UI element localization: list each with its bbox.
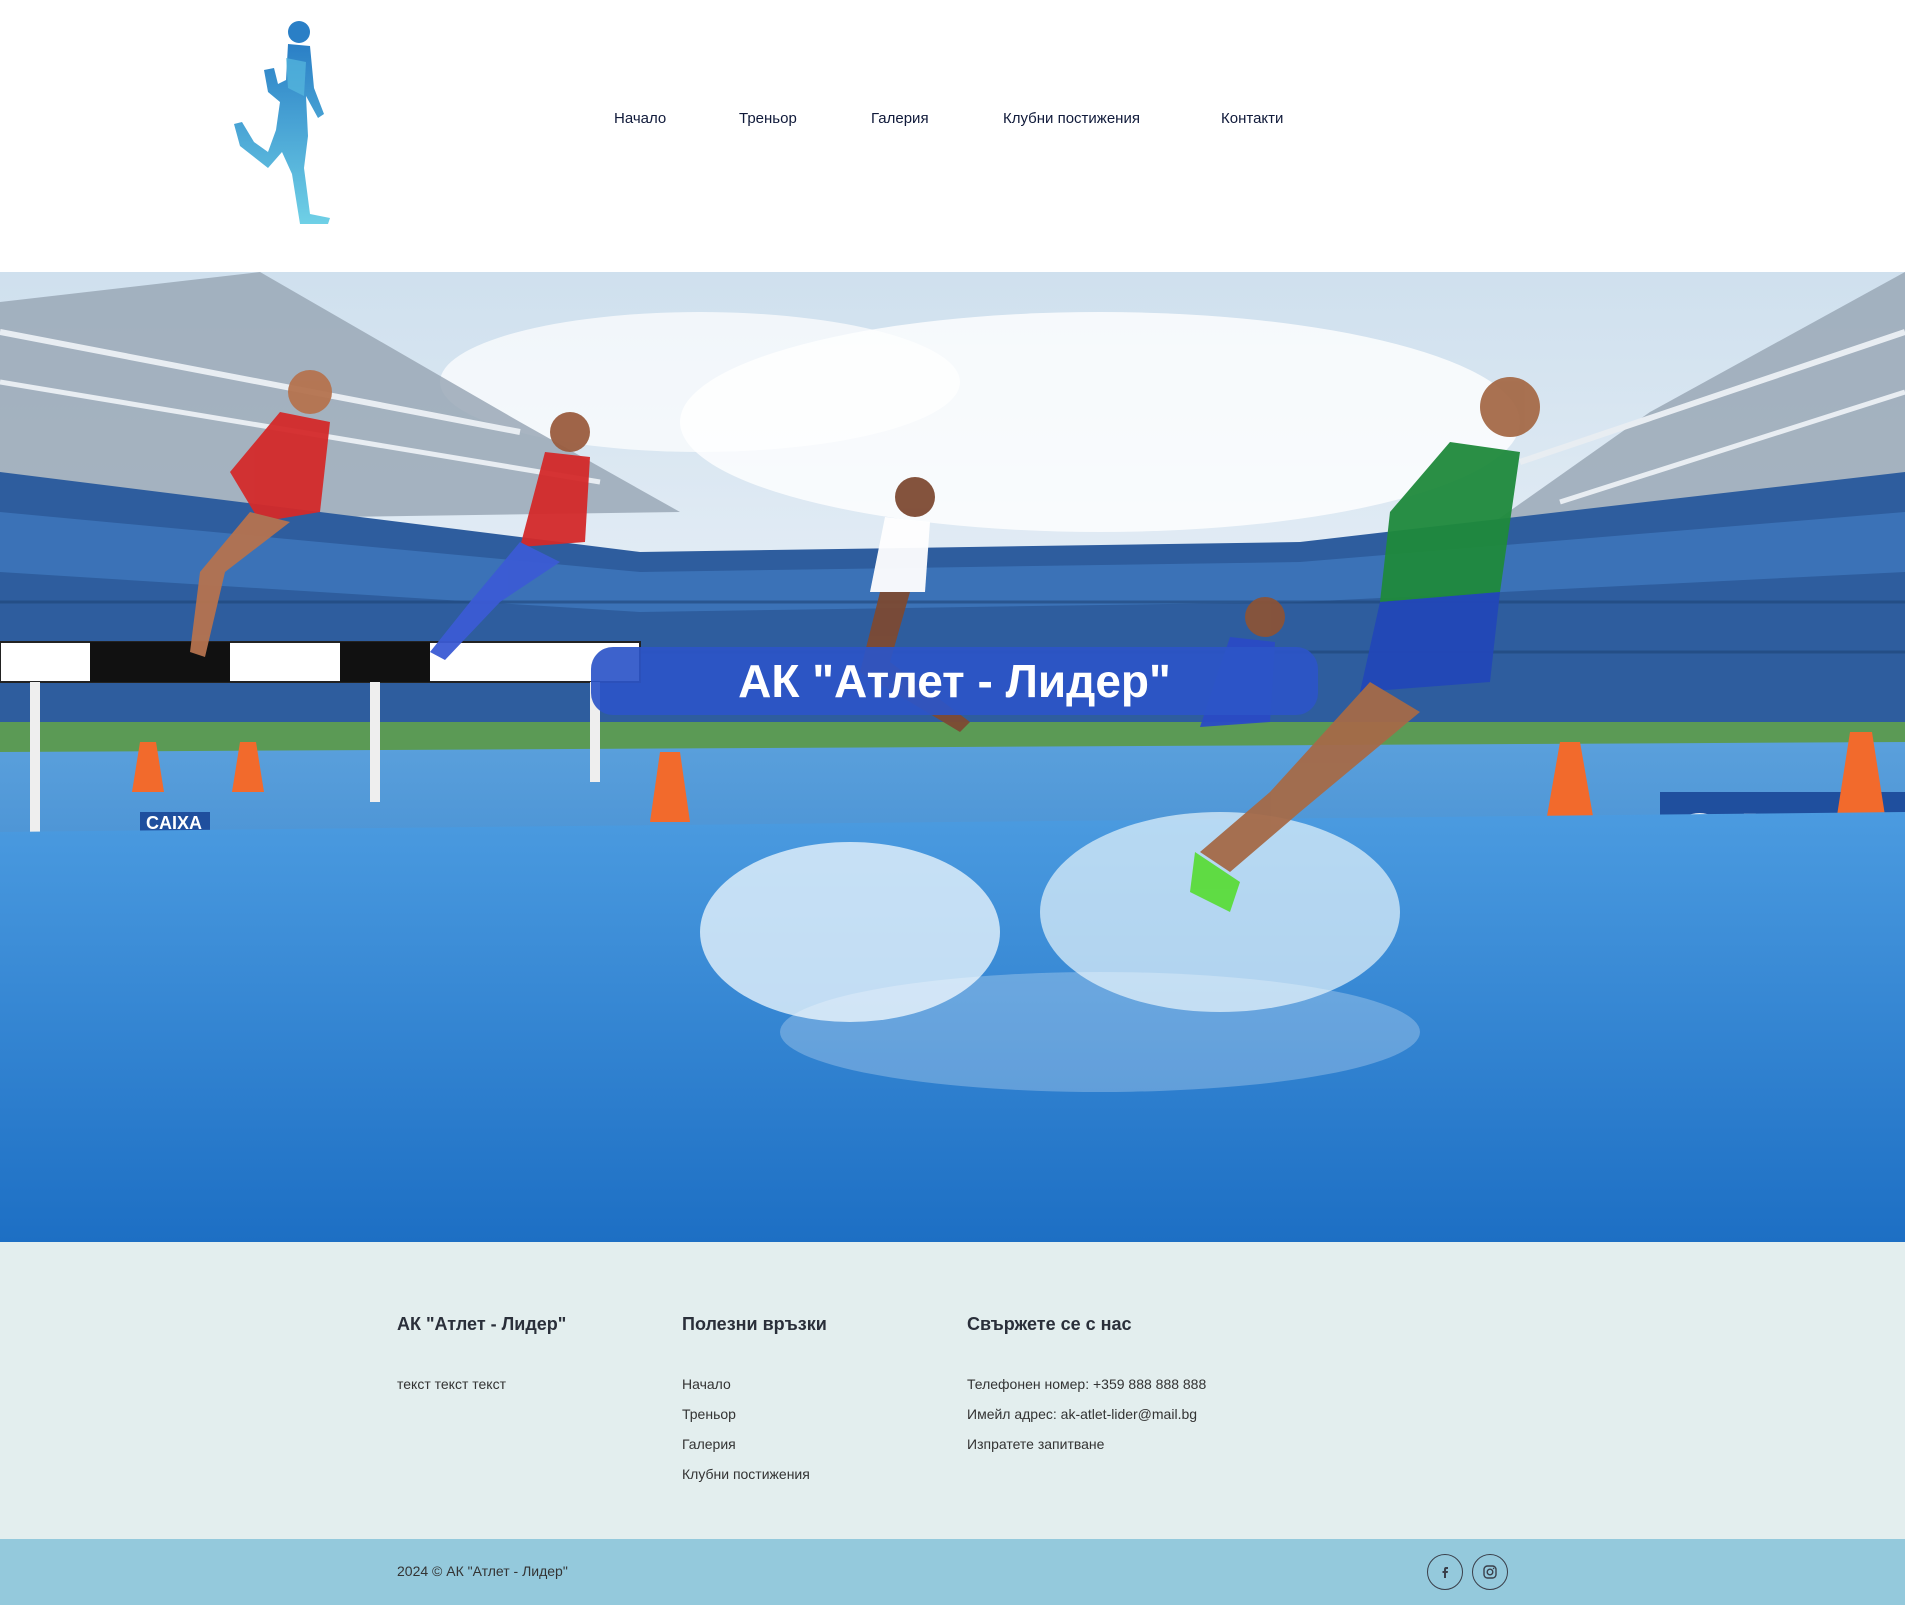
nav-coach[interactable]: Треньор	[739, 110, 797, 127]
footer-inquiry-link[interactable]: Изпратете запитване	[967, 1429, 1206, 1459]
footer-links-title: Полезни връзки	[682, 1314, 827, 1334]
footer-link-gallery[interactable]: Галерия	[682, 1429, 827, 1459]
footer-link-home[interactable]: Начало	[682, 1369, 827, 1399]
main-nav: Начало Треньор Галерия Клубни постижения…	[0, 110, 1905, 134]
nav-home[interactable]: Начало	[614, 110, 666, 127]
hero-image: CAIXA CAIXA	[0, 272, 1905, 1242]
hero-banner: CAIXA CAIXA	[0, 272, 1905, 1242]
facebook-icon[interactable]	[1427, 1554, 1463, 1590]
footer-links: Полезни връзки Начало Треньор Галерия Кл…	[682, 1314, 827, 1489]
hero-title: АК "Атлет - Лидер"	[591, 647, 1318, 715]
instagram-icon[interactable]	[1472, 1554, 1508, 1590]
footer-about: АК "Атлет - Лидер" текст текст текст	[397, 1314, 566, 1399]
footer-link-coach[interactable]: Треньор	[682, 1399, 827, 1429]
footer-about-title: АК "Атлет - Лидер"	[397, 1314, 567, 1334]
footer-email: Имейл адрес: ak-atlet-lider@mail.bg	[967, 1406, 1198, 1422]
footer-main: АК "Атлет - Лидер" текст текст текст Пол…	[0, 1242, 1905, 1539]
footer-contact-title: Свържете се с нас	[967, 1314, 1132, 1334]
site-header: Начало Треньор Галерия Клубни постижения…	[0, 0, 1905, 272]
footer-about-text: текст текст текст	[397, 1376, 506, 1392]
copyright: 2024 © АК "Атлет - Лидер"	[397, 1563, 568, 1579]
nav-gallery[interactable]: Галерия	[871, 110, 929, 127]
footer-bottom: 2024 © АК "Атлет - Лидер"	[0, 1539, 1905, 1605]
footer-contact: Свържете се с нас Телефонен номер: +359 …	[967, 1314, 1206, 1459]
nav-achievements[interactable]: Клубни постижения	[1003, 110, 1140, 127]
nav-contacts[interactable]: Контакти	[1221, 110, 1283, 127]
footer-link-achievements[interactable]: Клубни постижения	[682, 1459, 827, 1489]
footer-phone: Телефонен номер: +359 888 888 888	[967, 1376, 1207, 1392]
